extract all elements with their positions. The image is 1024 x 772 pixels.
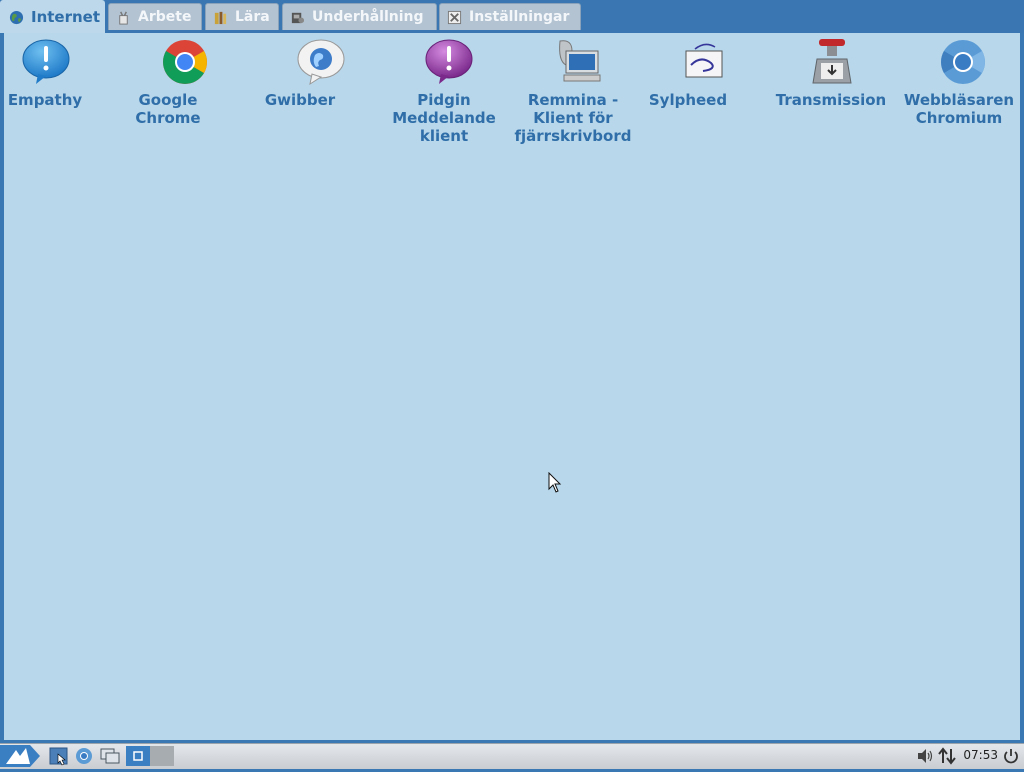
remmina-icon <box>559 40 601 82</box>
app-label: Empathy <box>7 91 83 109</box>
pidgin-icon <box>425 39 473 84</box>
settings-icon <box>447 10 462 24</box>
app-sylpheed[interactable]: Sylpheed <box>629 37 747 151</box>
app-label: Google Chrome <box>135 91 201 127</box>
start-menu-icon <box>0 745 40 767</box>
chromium-icon <box>941 40 985 84</box>
browser-icon <box>76 748 92 764</box>
transmission-icon <box>812 39 852 84</box>
app-label: Pidgin Meddelande klient <box>392 91 496 145</box>
app-transmission[interactable]: Transmission <box>772 37 890 151</box>
tab-label: Internet <box>31 8 101 26</box>
network-icon <box>938 747 956 765</box>
mouse-pointer-icon <box>548 472 562 493</box>
volume-button[interactable] <box>916 746 934 766</box>
tab-label: Lära <box>235 9 270 25</box>
app-gwibber[interactable]: Gwibber <box>241 37 359 151</box>
workspace-1-icon <box>133 751 143 761</box>
app-launcher-panel: Empathy Google Chrome Gwibber Pidgin Med… <box>4 33 1020 740</box>
file-manager-icon <box>49 747 68 766</box>
category-tab-bar: Internet Arbete Lära Underhållning Instä… <box>0 0 1024 33</box>
books-icon <box>214 11 227 24</box>
show-desktop-button[interactable] <box>99 746 121 766</box>
tab-lara[interactable]: Lära <box>205 3 279 30</box>
sylpheed-icon <box>685 43 723 78</box>
app-label: Remmina - Klient för fjärrskrivbord <box>514 91 632 145</box>
volume-icon <box>918 749 933 763</box>
app-pidgin[interactable]: Pidgin Meddelande klient <box>385 37 503 151</box>
network-button[interactable] <box>937 746 957 766</box>
app-chromium[interactable]: Webbläsaren Chromium <box>900 37 1018 151</box>
media-icon <box>291 12 305 23</box>
tab-underhallning[interactable]: Underhållning <box>282 3 437 30</box>
globe-icon <box>9 10 24 24</box>
workspace-2-button[interactable] <box>150 746 174 766</box>
empathy-icon <box>22 39 70 84</box>
app-label: Sylpheed <box>648 91 728 109</box>
app-google-chrome[interactable]: Google Chrome <box>109 37 227 151</box>
chrome-icon <box>163 40 207 84</box>
show-desktop-icon <box>100 748 120 764</box>
tab-label: Underhållning <box>312 9 424 25</box>
tab-internet[interactable]: Internet <box>0 0 105 33</box>
power-button[interactable] <box>1002 746 1020 766</box>
browser-launcher-button[interactable] <box>74 746 94 766</box>
power-icon <box>1004 749 1018 764</box>
tab-installningar[interactable]: Inställningar <box>439 3 581 30</box>
work-icon <box>119 11 128 25</box>
tab-arbete[interactable]: Arbete <box>108 3 202 30</box>
start-menu-button[interactable] <box>0 744 40 768</box>
clock[interactable]: 07:53 <box>963 748 998 762</box>
gwibber-icon <box>297 39 345 86</box>
app-remmina[interactable]: Remmina - Klient för fjärrskrivbord <box>514 37 632 151</box>
app-label: Transmission <box>775 91 887 109</box>
file-manager-button[interactable] <box>48 746 70 766</box>
app-label: Webbläsaren Chromium <box>903 91 1015 127</box>
app-empathy[interactable]: Empathy <box>0 37 104 151</box>
workspace-1-button[interactable] <box>126 746 150 766</box>
tab-label: Inställningar <box>469 9 570 25</box>
taskbar: 07:53 <box>0 743 1024 769</box>
tab-label: Arbete <box>138 9 192 25</box>
app-label: Gwibber <box>264 91 336 109</box>
